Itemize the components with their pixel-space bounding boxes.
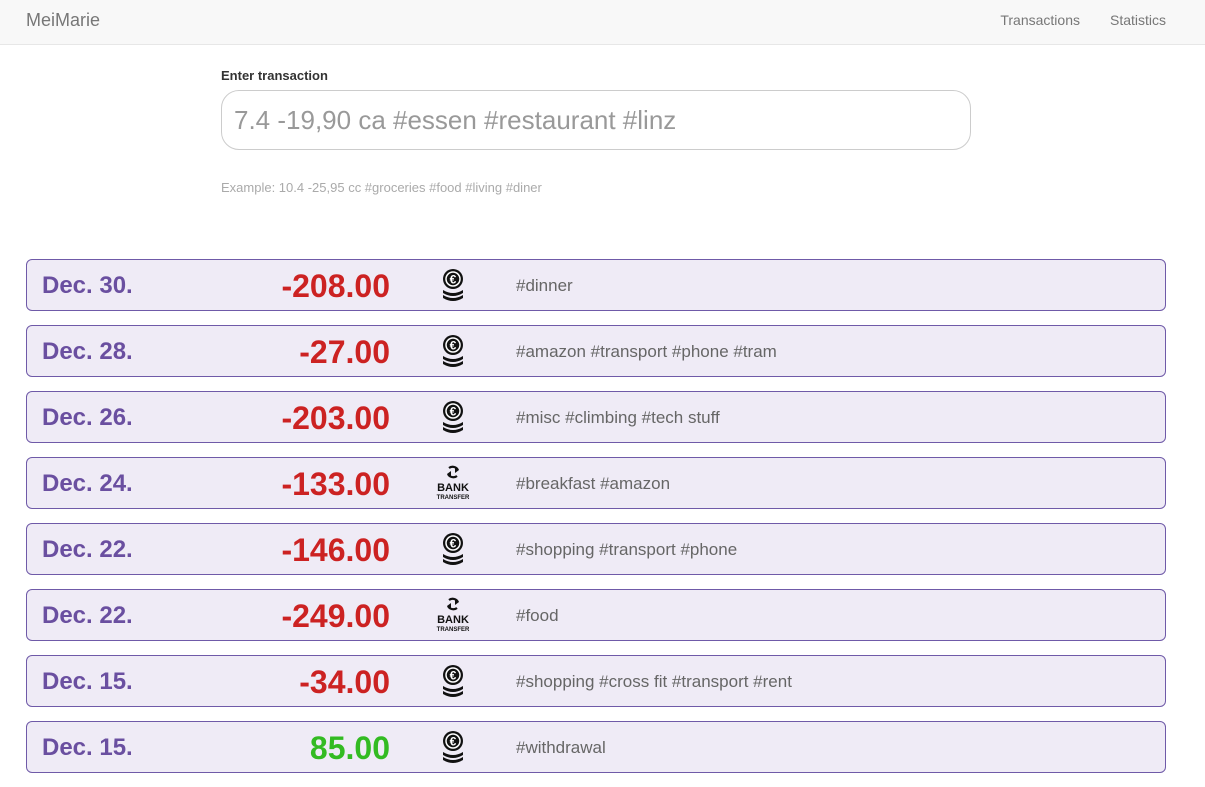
transaction-tags: #shopping #transport #phone [516,540,738,559]
svg-text:€: € [450,339,457,353]
svg-text:€: € [450,273,457,287]
transaction-list: Dec. 30. -208.00 € #dinner Dec. 28. -27.00 € #a… [26,259,1166,787]
transaction-row[interactable]: Dec. 15. 85.00 € #withdrawal [26,721,1166,773]
transaction-amount: 85.00 [309,730,390,766]
nav-statistics-link[interactable]: Statistics [1110,12,1166,28]
transaction-row[interactable]: Dec. 22. -146.00 € #shopping #transport #ph… [26,523,1166,575]
euro-coins-icon: € [433,728,473,766]
transaction-date: Dec. 24. [42,470,133,497]
svg-text:€: € [450,669,457,683]
transaction-tags: #breakfast #amazon [516,474,671,493]
entry-label: Enter transaction [221,68,328,83]
transaction-amount: -27.00 [299,334,390,370]
svg-text:€: € [450,735,457,749]
euro-coins-icon: € [433,398,473,436]
transaction-row[interactable]: Dec. 22. -249.00 BANK TRANSFER #food [26,589,1166,641]
transaction-date: Dec. 15. [42,734,133,761]
bank-transfer-bottom-text: TRANSFER [437,627,470,633]
nav-links: Transactions Statistics [1000,12,1166,28]
transaction-tags: #dinner [516,276,573,295]
transaction-input[interactable] [221,90,971,150]
transaction-tags: #withdrawal [516,738,606,757]
navbar: MeiMarie Transactions Statistics [0,0,1205,45]
euro-coins-icon: € [433,332,473,370]
transaction-tags: #shopping #cross fit #transport #rent [516,672,792,691]
transaction-row[interactable]: Dec. 15. -34.00 € #shopping #cross fit #tra… [26,655,1166,707]
euro-coins-icon: € [433,662,473,700]
transaction-amount: -249.00 [281,598,390,634]
transaction-amount: -208.00 [281,268,390,304]
transaction-row[interactable]: Dec. 24. -133.00 BANK TRANSFER #breakfast #a… [26,457,1166,509]
euro-coins-icon: € [433,530,473,568]
transaction-date: Dec. 22. [42,602,133,629]
transaction-date: Dec. 28. [42,338,133,365]
transaction-row[interactable]: Dec. 28. -27.00 € #amazon #transport #phone… [26,325,1166,377]
bank-transfer-bottom-text: TRANSFER [437,495,470,501]
entry-help-text: Example: 10.4 -25,95 cc #groceries #food… [221,180,542,195]
transaction-entry-form: Enter transaction Example: 10.4 -25,95 c… [221,68,971,195]
transaction-date: Dec. 22. [42,536,133,563]
transaction-tags: #food [516,606,559,625]
transaction-tags: #misc #climbing #tech stuff [516,408,720,427]
transaction-amount: -146.00 [281,532,390,568]
transaction-amount: -133.00 [281,466,390,502]
transaction-row[interactable]: Dec. 30. -208.00 € #dinner [26,259,1166,311]
euro-coins-icon: € [433,266,473,304]
svg-text:€: € [450,537,457,551]
transaction-row[interactable]: Dec. 26. -203.00 € #misc #climbing #tech st… [26,391,1166,443]
bank-transfer-top-text: BANK [437,614,469,626]
transaction-date: Dec. 15. [42,668,133,695]
transaction-date: Dec. 26. [42,404,133,431]
transaction-date: Dec. 30. [42,272,133,299]
transaction-amount: -34.00 [299,664,390,700]
bank-transfer-top-text: BANK [437,482,469,494]
bank-transfer-icon: BANK TRANSFER [433,464,473,502]
app-brand[interactable]: MeiMarie [26,10,100,31]
transaction-tags: #amazon #transport #phone #tram [516,342,777,361]
svg-text:€: € [450,405,457,419]
transaction-amount: -203.00 [281,400,390,436]
bank-transfer-icon: BANK TRANSFER [433,596,473,634]
nav-transactions-link[interactable]: Transactions [1000,12,1080,28]
